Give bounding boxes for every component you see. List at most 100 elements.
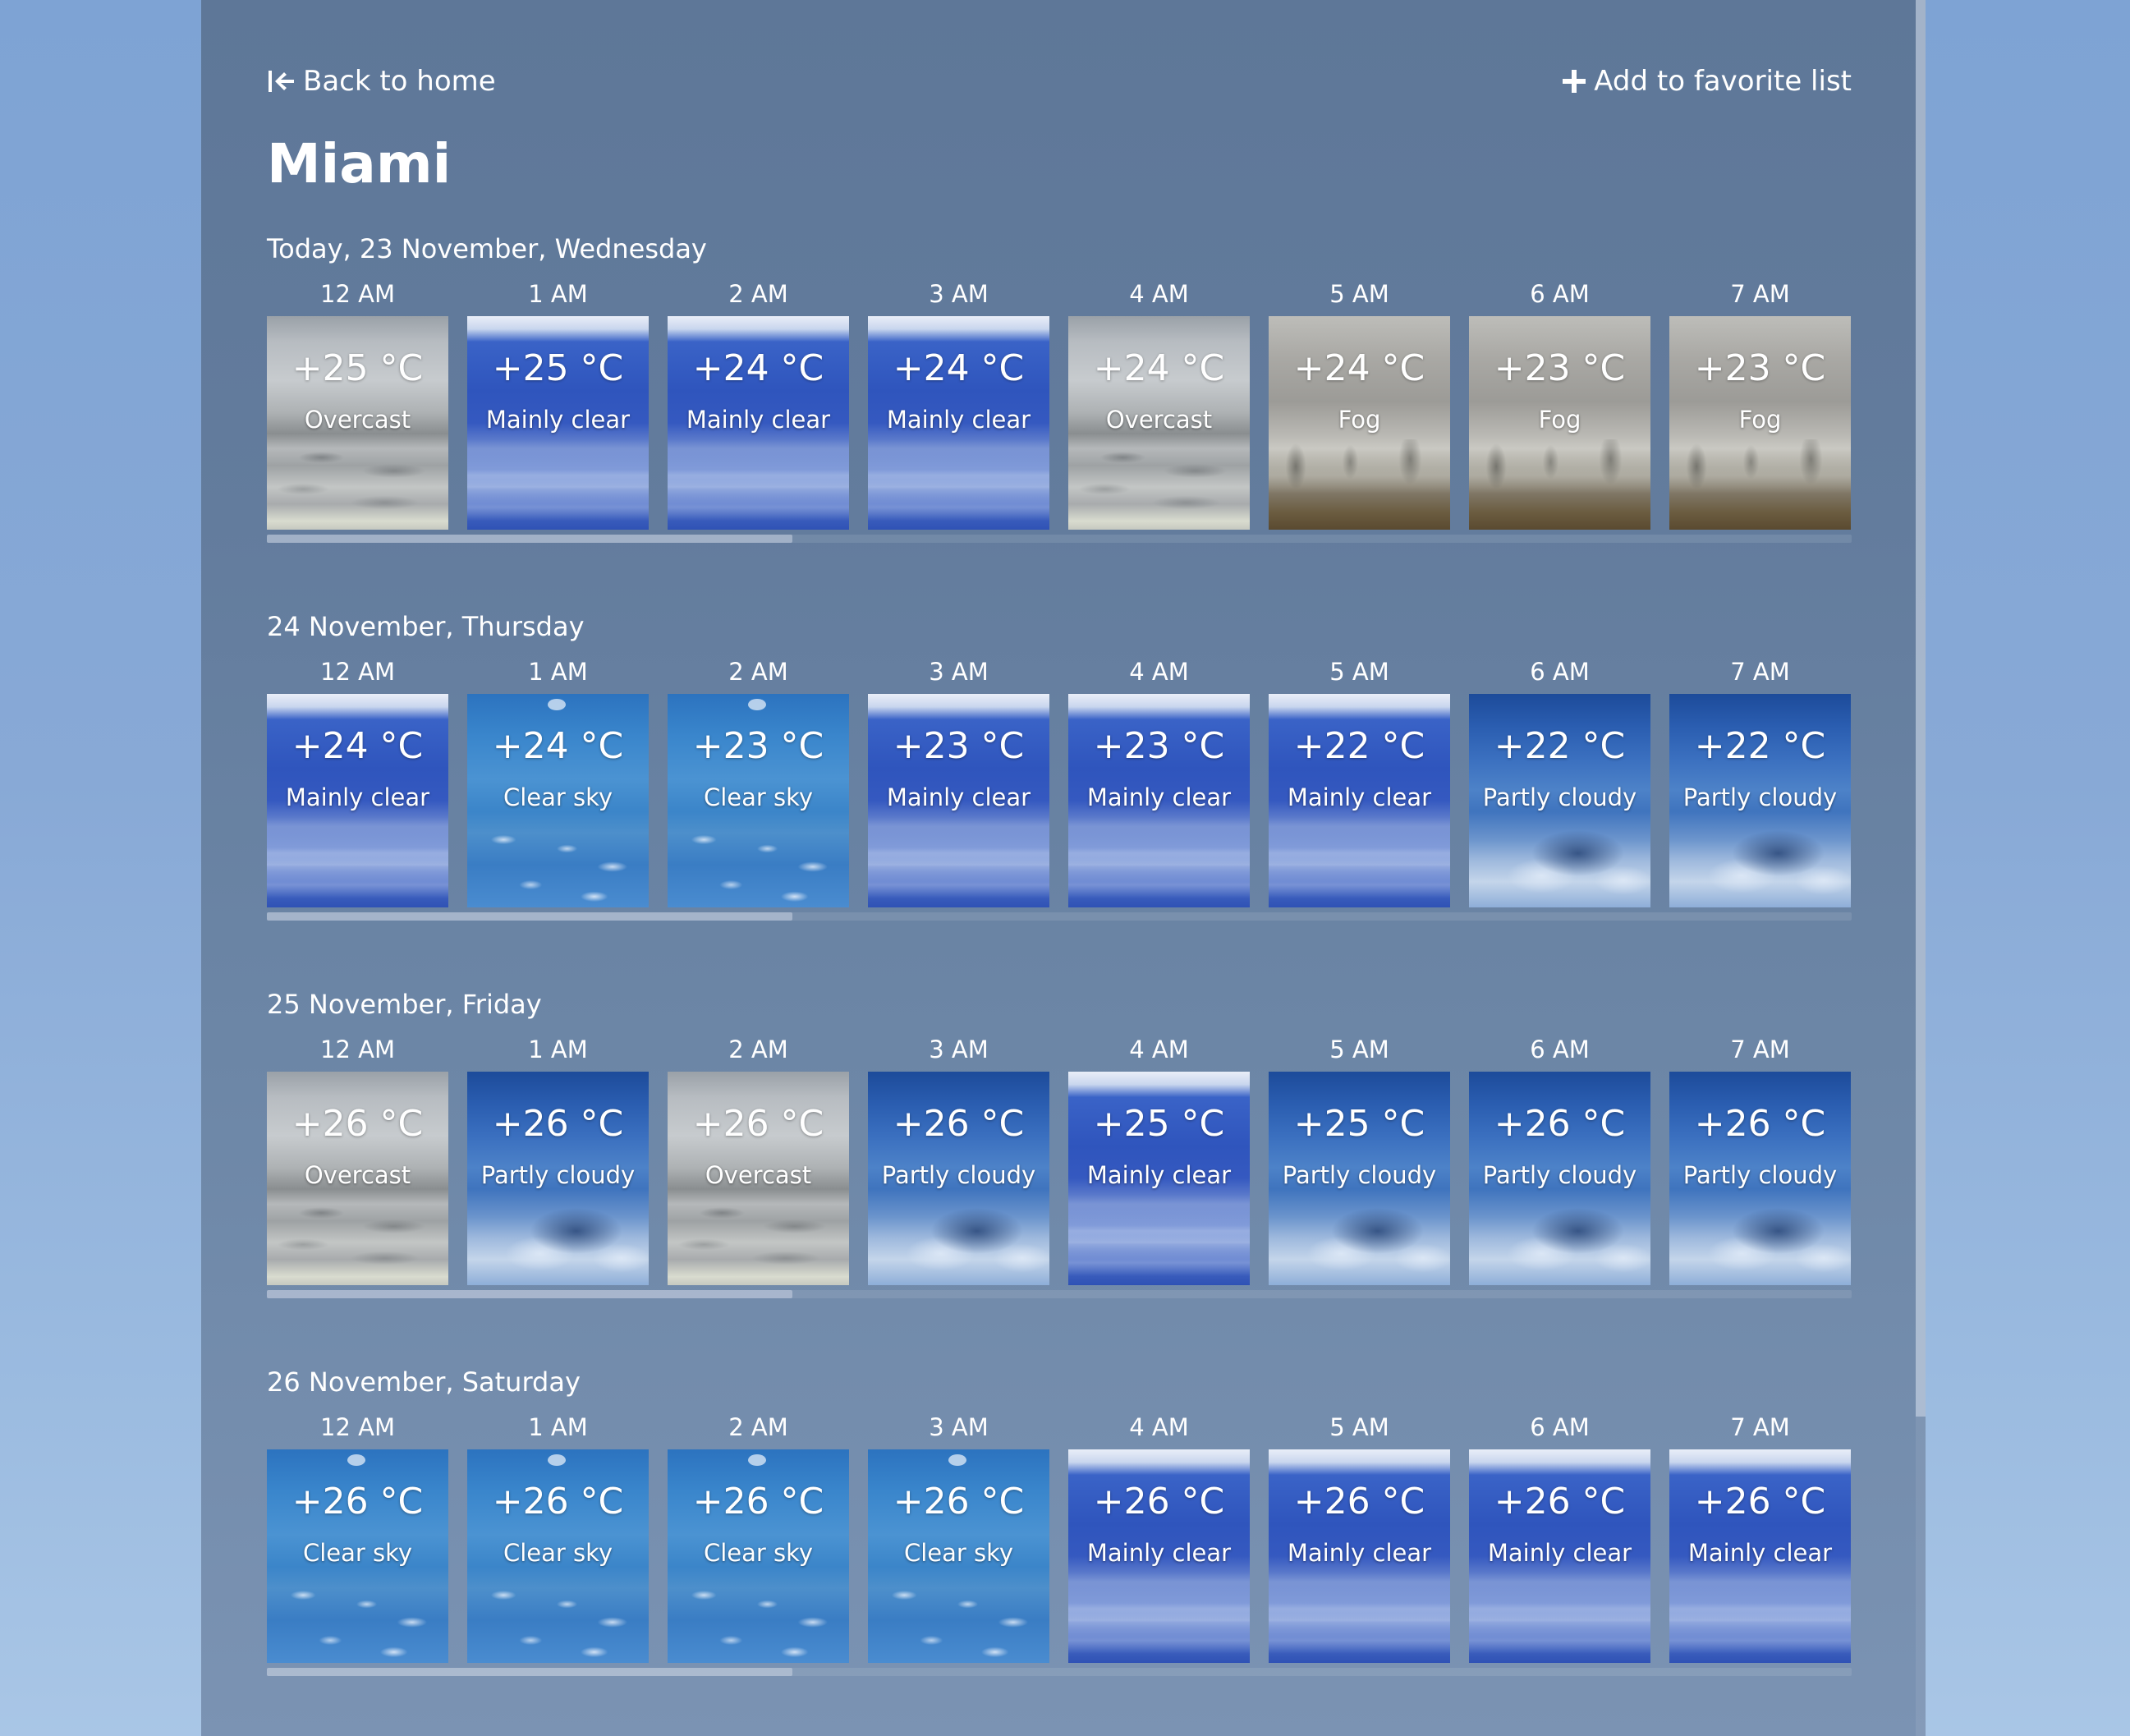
horizontal-scrollbar-thumb[interactable]	[267, 912, 792, 921]
weather-tile[interactable]: +25 °C Overcast	[267, 316, 448, 530]
temperature: +23 °C	[1694, 347, 1826, 389]
horizontal-scrollbar[interactable]	[267, 1290, 1852, 1298]
hour-time: 4 AM	[1129, 658, 1189, 686]
weather-tile[interactable]: +24 °C Mainly clear	[868, 316, 1049, 530]
hourly-row: 12 AM +24 °C Mainly clear 1 AM +24 °C Clear s…	[267, 658, 1852, 907]
weather-tile[interactable]: +26 °C Partly cloudy	[1469, 1072, 1650, 1285]
back-to-home-label: Back to home	[303, 65, 496, 98]
temperature: +24 °C	[1293, 347, 1425, 389]
weather-description: Partly cloudy	[1282, 1161, 1437, 1189]
weather-tile[interactable]: +26 °C Clear sky	[467, 1449, 649, 1663]
weather-clear-backdrop	[668, 817, 849, 907]
hour-forecast: 6 AM +22 °C Partly cloudy	[1469, 658, 1650, 907]
weather-mainly-backdrop	[1269, 817, 1450, 907]
weather-tile[interactable]: +26 °C Partly cloudy	[1669, 1072, 1851, 1285]
hour-time: 1 AM	[528, 1036, 588, 1063]
weather-tile[interactable]: +26 °C Overcast	[267, 1072, 448, 1285]
hour-forecast: 1 AM +24 °C Clear sky	[467, 658, 649, 907]
horizontal-scrollbar[interactable]	[267, 912, 1852, 921]
weather-tile[interactable]: +22 °C Partly cloudy	[1669, 694, 1851, 907]
weather-tile[interactable]: +26 °C Clear sky	[868, 1449, 1049, 1663]
hour-time: 4 AM	[1129, 1036, 1189, 1063]
weather-description: Fog	[1738, 406, 1782, 434]
hour-time: 4 AM	[1129, 280, 1189, 308]
weather-tile[interactable]: +26 °C Clear sky	[267, 1449, 448, 1663]
weather-mainly-backdrop	[1469, 1573, 1650, 1663]
add-to-favorite-link[interactable]: Add to favorite list	[1561, 61, 1852, 102]
hour-forecast: 5 AM +24 °C Fog	[1269, 280, 1450, 530]
weather-tile[interactable]: +22 °C Partly cloudy	[1469, 694, 1650, 907]
vertical-scrollbar-thumb[interactable]	[1916, 0, 1926, 1417]
hour-forecast: 2 AM +26 °C Overcast	[668, 1036, 849, 1285]
weather-description: Mainly clear	[1487, 1539, 1632, 1567]
hour-forecast: 1 AM +25 °C Mainly clear	[467, 280, 649, 530]
hour-forecast: 7 AM +26 °C Mainly clear	[1669, 1413, 1851, 1663]
horizontal-scrollbar[interactable]	[267, 1668, 1852, 1676]
hour-forecast: 3 AM +23 °C Mainly clear	[868, 658, 1049, 907]
weather-description: Overcast	[304, 406, 411, 434]
temperature: +25 °C	[291, 347, 424, 389]
city-title: Miami	[267, 132, 452, 195]
weather-tile[interactable]: +26 °C Partly cloudy	[868, 1072, 1049, 1285]
horizontal-scrollbar[interactable]	[267, 535, 1852, 543]
weather-tile[interactable]: +26 °C Mainly clear	[1469, 1449, 1650, 1663]
back-to-home-link[interactable]: Back to home	[267, 61, 496, 102]
horizontal-scrollbar-thumb[interactable]	[267, 1668, 792, 1676]
weather-description: Mainly clear	[285, 783, 430, 811]
weather-description: Clear sky	[703, 1539, 814, 1567]
temperature: +26 °C	[1494, 1481, 1626, 1522]
weather-tile[interactable]: +24 °C Clear sky	[467, 694, 649, 907]
vertical-scrollbar[interactable]	[1916, 0, 1926, 1736]
weather-tile[interactable]: +24 °C Mainly clear	[267, 694, 448, 907]
hour-time: 7 AM	[1730, 1413, 1790, 1441]
weather-tile[interactable]: +24 °C Overcast	[1068, 316, 1250, 530]
weather-description: Clear sky	[503, 783, 613, 811]
hourly-row: 12 AM +25 °C Overcast 1 AM +25 °C Mainly clea…	[267, 280, 1852, 530]
horizontal-scrollbar-thumb[interactable]	[267, 1290, 792, 1298]
temperature: +26 °C	[893, 1103, 1025, 1145]
weather-clear-backdrop	[868, 1573, 1049, 1663]
hour-time: 5 AM	[1329, 1036, 1389, 1063]
weather-partly-backdrop	[1469, 817, 1650, 907]
weather-tile[interactable]: +26 °C Mainly clear	[1269, 1449, 1450, 1663]
hour-forecast: 7 AM +22 °C Partly cloudy	[1669, 658, 1851, 907]
weather-tile[interactable]: +26 °C Mainly clear	[1068, 1449, 1250, 1663]
horizontal-scrollbar-thumb[interactable]	[267, 535, 792, 543]
weather-mainly-backdrop	[1068, 1195, 1250, 1285]
weather-mainly-backdrop	[1669, 1573, 1851, 1663]
hour-forecast: 1 AM +26 °C Clear sky	[467, 1413, 649, 1663]
hour-forecast: 2 AM +23 °C Clear sky	[668, 658, 849, 907]
weather-tile[interactable]: +24 °C Mainly clear	[668, 316, 849, 530]
weather-tile[interactable]: +23 °C Mainly clear	[868, 694, 1049, 907]
weather-tile[interactable]: +25 °C Mainly clear	[1068, 1072, 1250, 1285]
weather-clear-backdrop	[267, 1573, 448, 1663]
weather-tile[interactable]: +23 °C Mainly clear	[1068, 694, 1250, 907]
weather-tile[interactable]: +25 °C Partly cloudy	[1269, 1072, 1450, 1285]
weather-description: Overcast	[705, 1161, 812, 1189]
weather-description: Fog	[1338, 406, 1381, 434]
weather-clear-backdrop	[467, 1573, 649, 1663]
weather-tile[interactable]: +26 °C Clear sky	[668, 1449, 849, 1663]
temperature: +25 °C	[1293, 1103, 1425, 1145]
weather-overcast-backdrop	[1068, 439, 1250, 530]
weather-tile[interactable]: +25 °C Mainly clear	[467, 316, 649, 530]
weather-tile[interactable]: +26 °C Partly cloudy	[467, 1072, 649, 1285]
weather-tile[interactable]: +26 °C Mainly clear	[1669, 1449, 1851, 1663]
day-section: 25 November, Friday 12 AM +26 °C Overcast 1 …	[267, 988, 1852, 1298]
weather-tile[interactable]: +22 °C Mainly clear	[1269, 694, 1450, 907]
weather-mainly-backdrop	[467, 439, 649, 530]
temperature: +24 °C	[692, 347, 824, 389]
hour-time: 12 AM	[320, 1413, 395, 1441]
weather-tile[interactable]: +23 °C Fog	[1669, 316, 1851, 530]
weather-description: Mainly clear	[1086, 783, 1232, 811]
weather-tile[interactable]: +23 °C Clear sky	[668, 694, 849, 907]
weather-tile[interactable]: +23 °C Fog	[1469, 316, 1650, 530]
weather-tile[interactable]: +24 °C Fog	[1269, 316, 1450, 530]
weather-overcast-backdrop	[668, 1195, 849, 1285]
weather-tile[interactable]: +26 °C Overcast	[668, 1072, 849, 1285]
weather-description: Mainly clear	[1687, 1539, 1833, 1567]
cloud-wisp-icon	[748, 699, 766, 710]
hour-time: 3 AM	[929, 658, 989, 686]
weather-description: Mainly clear	[1086, 1539, 1232, 1567]
hour-forecast: 1 AM +26 °C Partly cloudy	[467, 1036, 649, 1285]
